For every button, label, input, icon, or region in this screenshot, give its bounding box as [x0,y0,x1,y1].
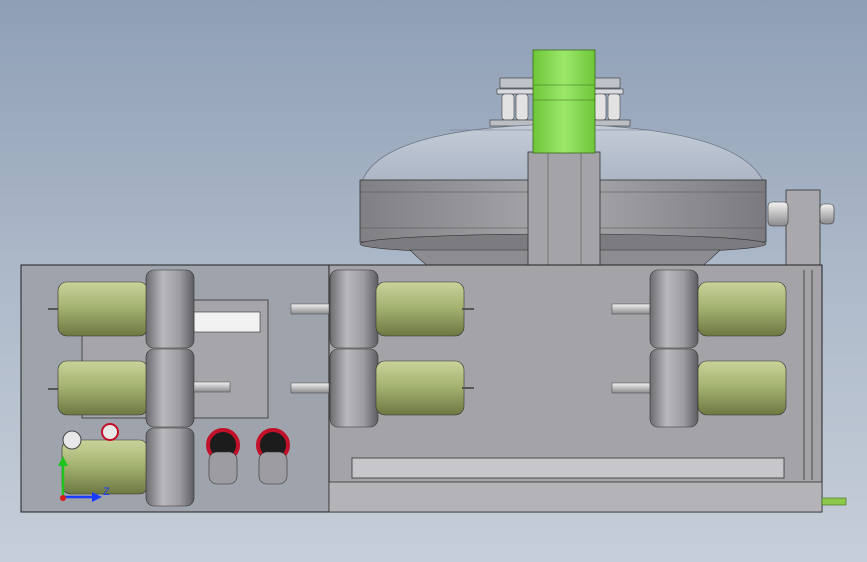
green-coupling [532,49,596,154]
red-connector-1 [206,428,240,485]
side-bracket [767,189,835,271]
red-connector-2 [256,428,290,485]
cad-viewport[interactable]: Z [0,0,867,562]
drive-column [527,151,601,267]
assembly-model[interactable]: Z [0,0,867,562]
z-axis-label: Z [103,486,110,498]
motor-left-1 [48,269,195,349]
motor-left-3 [61,427,195,507]
